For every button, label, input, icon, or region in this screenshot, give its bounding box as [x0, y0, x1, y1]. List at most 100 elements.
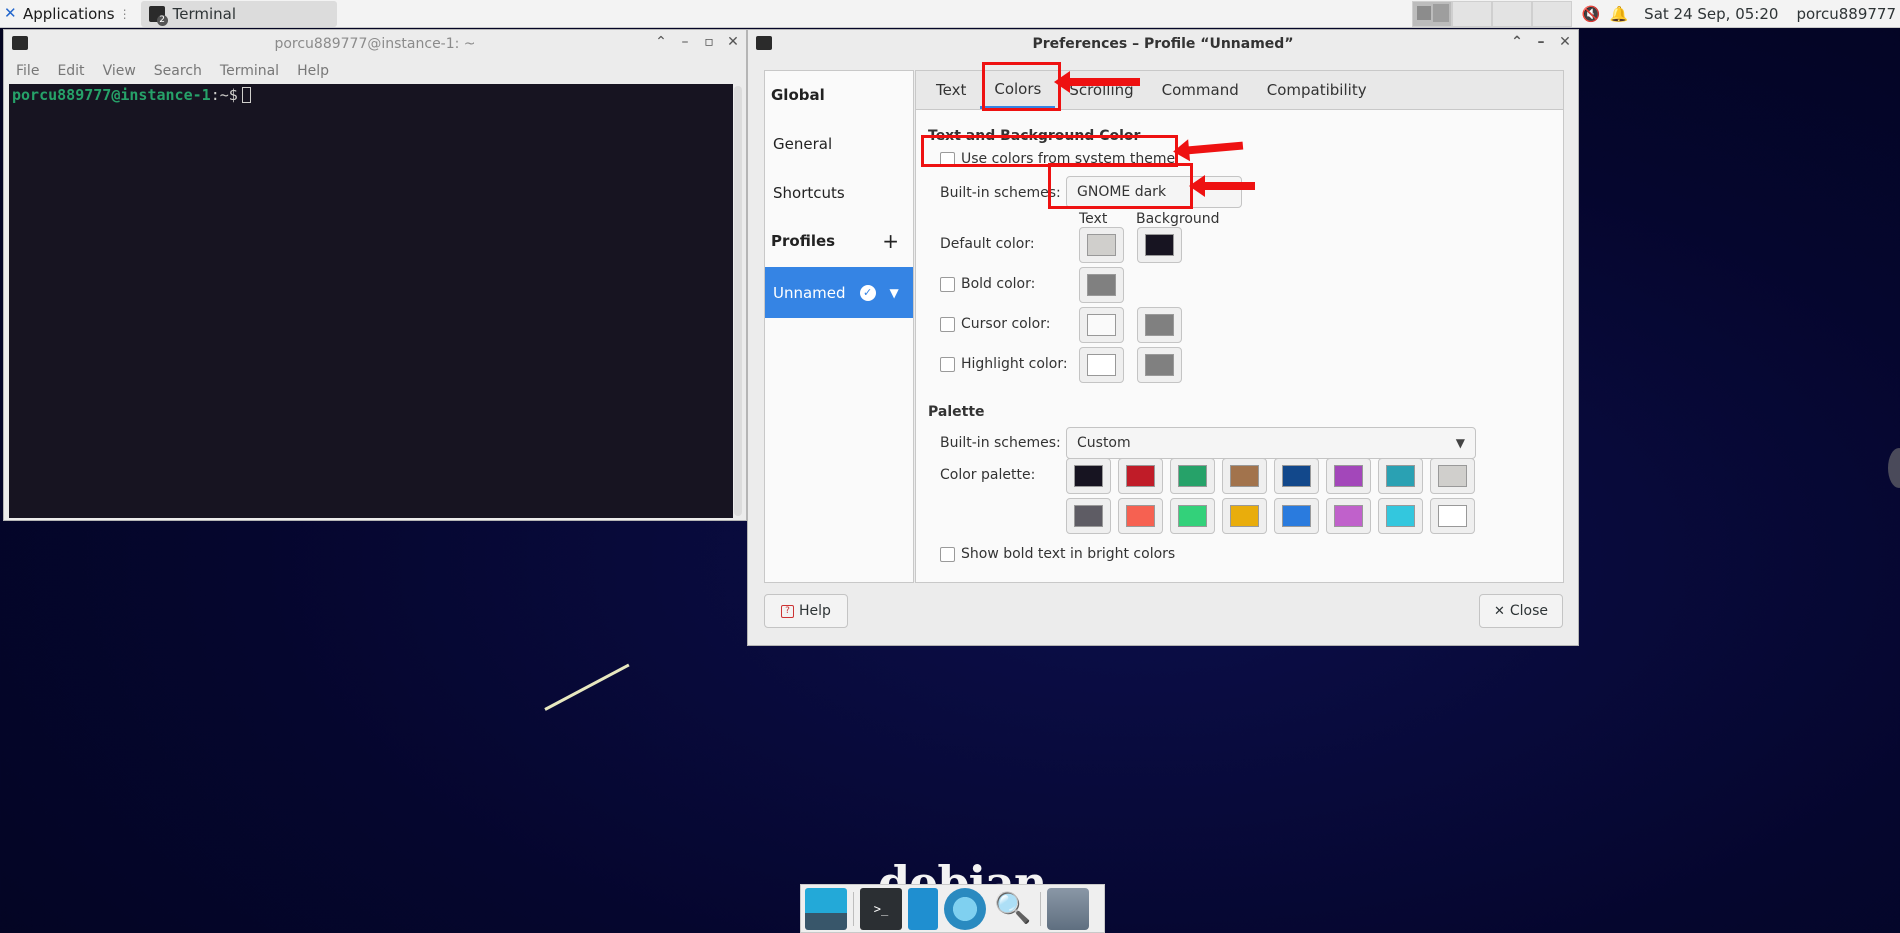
- maximize-up-icon[interactable]: ⌃: [654, 34, 668, 50]
- cursor-text-color-button[interactable]: [1079, 307, 1124, 343]
- color-palette-label: Color palette:: [940, 467, 1035, 483]
- cursor-color-label: Cursor color:: [961, 316, 1051, 332]
- default-color-text: Default color:: [940, 236, 1035, 252]
- preferences-titlebar[interactable]: Preferences – Profile “Unnamed” ⌃ – ✕: [748, 30, 1578, 58]
- palette-color-button[interactable]: [1118, 498, 1163, 534]
- cursor-text-swatch: [1087, 314, 1116, 336]
- palette-color-button[interactable]: [1430, 498, 1475, 534]
- help-icon: ?: [781, 604, 795, 618]
- folder-icon[interactable]: [1047, 887, 1089, 930]
- default-background-color-button[interactable]: [1137, 227, 1182, 263]
- taskbar-terminal-button[interactable]: Terminal: [140, 0, 337, 27]
- palette-color-button[interactable]: [1066, 458, 1111, 494]
- clock[interactable]: Sat 24 Sep, 05:20: [1644, 5, 1778, 23]
- terminal-launcher-icon[interactable]: >_: [860, 887, 902, 930]
- menu-help[interactable]: Help: [297, 63, 329, 79]
- highlight-color-checkbox[interactable]: [940, 356, 955, 372]
- palette-swatch: [1282, 465, 1311, 487]
- show-desktop-icon[interactable]: [805, 887, 847, 930]
- palette-color-button[interactable]: [1326, 498, 1371, 534]
- profile-menu-chevron-down-icon[interactable]: ▼: [890, 286, 899, 300]
- palette-color-button[interactable]: [1378, 458, 1423, 494]
- sidebar-item-profile-unnamed[interactable]: Unnamed ✓ ▼: [765, 267, 913, 318]
- sidebar-item-general[interactable]: General: [765, 119, 913, 168]
- bold-color-checkbox[interactable]: [940, 276, 955, 292]
- workspace-switcher[interactable]: [1412, 1, 1572, 27]
- terminal-icon: [148, 5, 168, 26]
- sidebar-item-shortcuts[interactable]: Shortcuts: [765, 168, 913, 217]
- terminal-icon: [756, 36, 772, 50]
- maximize-up-icon[interactable]: ⌃: [1510, 34, 1524, 50]
- notification-bell-icon[interactable]: 🔔: [1610, 5, 1629, 23]
- add-profile-icon[interactable]: +: [882, 229, 899, 253]
- menu-terminal[interactable]: Terminal: [220, 63, 279, 79]
- palette-color-button[interactable]: [1222, 458, 1267, 494]
- system-tray: 🔇 🔔 Sat 24 Sep, 05:20 porcu889777: [1582, 0, 1900, 28]
- maximize-icon[interactable]: ▫: [702, 34, 716, 50]
- terminal-output[interactable]: porcu889777@instance-1:~$: [9, 84, 733, 518]
- palette-color-button[interactable]: [1378, 498, 1423, 534]
- close-icon[interactable]: ✕: [726, 34, 740, 50]
- builtin-schemes-label: Built-in schemes:: [940, 185, 1061, 201]
- palette-color-button[interactable]: [1274, 458, 1319, 494]
- tab-compatibility[interactable]: Compatibility: [1253, 71, 1381, 109]
- palette-color-button[interactable]: [1222, 498, 1267, 534]
- bold-color-button[interactable]: [1079, 267, 1124, 303]
- close-button[interactable]: ✕ Close: [1479, 594, 1563, 628]
- menu-view[interactable]: View: [103, 63, 136, 79]
- applications-menu-button[interactable]: ✕ Applications ⋮: [0, 0, 135, 28]
- highlight-color-row[interactable]: Highlight color:: [940, 356, 1068, 372]
- workspace-4[interactable]: [1532, 1, 1572, 27]
- volume-muted-icon[interactable]: 🔇: [1582, 5, 1601, 23]
- cursor-color-row[interactable]: Cursor color:: [940, 316, 1050, 332]
- menu-file[interactable]: File: [16, 63, 39, 79]
- palette-color-button[interactable]: [1170, 498, 1215, 534]
- xfce-logo-icon: ✕: [4, 4, 17, 22]
- palette-schemes-value: Custom: [1077, 435, 1131, 451]
- palette-swatch: [1438, 465, 1467, 487]
- default-profile-check-icon: ✓: [859, 284, 876, 301]
- desktop-decoration: [544, 663, 630, 711]
- palette-swatch: [1074, 505, 1103, 527]
- close-icon[interactable]: ✕: [1558, 34, 1572, 50]
- tab-command[interactable]: Command: [1148, 71, 1253, 109]
- bright-bold-row[interactable]: Show bold text in bright colors: [940, 546, 1175, 562]
- palette-color-button[interactable]: [1118, 458, 1163, 494]
- terminal-scrollbar[interactable]: [734, 86, 742, 516]
- palette-color-button[interactable]: [1170, 458, 1215, 494]
- workspace-2[interactable]: [1452, 1, 1492, 27]
- palette-color-button[interactable]: [1274, 498, 1319, 534]
- profile-name: Unnamed: [773, 283, 846, 302]
- palette-swatch: [1334, 505, 1363, 527]
- cursor-background-color-button[interactable]: [1137, 307, 1182, 343]
- workspace-1[interactable]: [1412, 1, 1452, 27]
- web-browser-icon[interactable]: [944, 887, 986, 930]
- prompt-path: :~$: [210, 86, 238, 104]
- terminal-titlebar[interactable]: porcu889777@instance-1: ~ ⌃ – ▫ ✕: [4, 30, 746, 58]
- preferences-sidebar: Global General Shortcuts Profiles + Unna…: [764, 70, 914, 583]
- palette-color-button[interactable]: [1430, 458, 1475, 494]
- workspace-3[interactable]: [1492, 1, 1532, 27]
- file-manager-icon[interactable]: [908, 887, 938, 930]
- palette-color-button[interactable]: [1326, 458, 1371, 494]
- profiles-label: Profiles: [771, 232, 836, 250]
- bright-bold-checkbox[interactable]: [940, 546, 955, 562]
- menu-edit[interactable]: Edit: [57, 63, 84, 79]
- default-text-color-button[interactable]: [1079, 227, 1124, 263]
- palette-schemes-select[interactable]: Custom ▼: [1066, 427, 1476, 459]
- highlight-text-color-button[interactable]: [1079, 347, 1124, 383]
- help-button[interactable]: ? Help: [764, 594, 848, 628]
- minimize-icon[interactable]: –: [1534, 34, 1548, 50]
- palette-swatch: [1178, 505, 1207, 527]
- highlight-background-color-button[interactable]: [1137, 347, 1182, 383]
- palette-color-button[interactable]: [1066, 498, 1111, 534]
- minimize-icon[interactable]: –: [678, 34, 692, 50]
- profiles-heading: Profiles +: [765, 217, 913, 265]
- cursor-color-checkbox[interactable]: [940, 316, 955, 332]
- tab-text[interactable]: Text: [922, 71, 980, 109]
- app-finder-icon[interactable]: 🔍: [992, 888, 1034, 930]
- bold-color-row[interactable]: Bold color:: [940, 276, 1035, 292]
- user-menu[interactable]: porcu889777: [1796, 5, 1896, 23]
- highlight-bg-swatch: [1145, 354, 1174, 376]
- menu-search[interactable]: Search: [154, 63, 202, 79]
